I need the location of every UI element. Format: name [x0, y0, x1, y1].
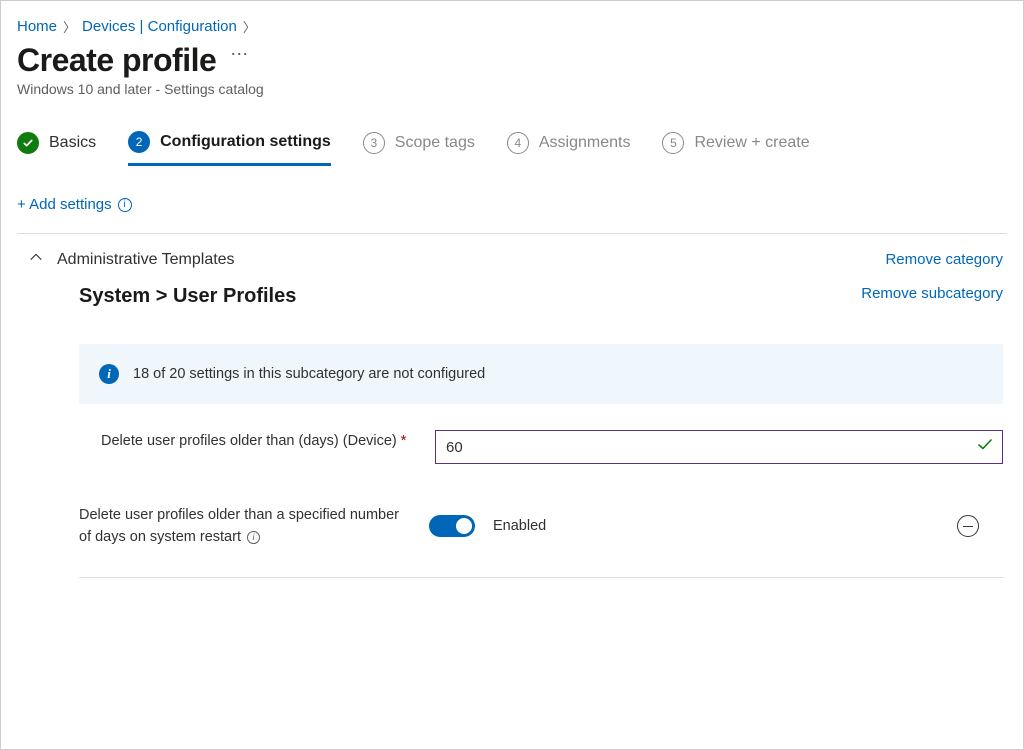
checkmark-icon: [17, 132, 39, 154]
breadcrumb: Home 〉 Devices | Configuration 〉: [17, 17, 1007, 36]
step-review[interactable]: 5 Review + create: [662, 132, 809, 164]
chevron-up-icon: [29, 250, 43, 269]
toggle-status-label: Enabled: [493, 518, 546, 534]
remove-category-button[interactable]: Remove category: [885, 251, 1003, 268]
step-label: Assignments: [539, 134, 631, 152]
page-subtitle: Windows 10 and later - Settings catalog: [17, 81, 1007, 97]
category-toggle[interactable]: Administrative Templates: [29, 250, 235, 269]
remove-setting-button[interactable]: [957, 515, 979, 537]
step-configuration[interactable]: 2 Configuration settings: [128, 131, 331, 166]
chevron-right-icon: 〉: [243, 17, 256, 36]
days-input[interactable]: [435, 430, 1003, 464]
remove-subcategory-button[interactable]: Remove subcategory: [861, 285, 1003, 302]
required-indicator: *: [401, 433, 407, 449]
step-number-icon: 4: [507, 132, 529, 154]
step-number-icon: 2: [128, 131, 150, 153]
setting-restart-label: Delete user profiles older than a specif…: [79, 504, 411, 549]
wizard-stepper: Basics 2 Configuration settings 3 Scope …: [17, 131, 1007, 166]
divider: [79, 577, 1003, 578]
step-label: Configuration settings: [160, 133, 331, 151]
minus-icon: [963, 526, 973, 528]
step-basics[interactable]: Basics: [17, 132, 96, 164]
step-number-icon: 3: [363, 132, 385, 154]
step-label: Scope tags: [395, 134, 475, 152]
step-number-icon: 5: [662, 132, 684, 154]
step-assignments[interactable]: 4 Assignments: [507, 132, 631, 164]
page-title: Create profile: [17, 42, 216, 79]
info-icon: i: [118, 198, 132, 212]
breadcrumb-devices[interactable]: Devices | Configuration: [82, 18, 237, 35]
chevron-right-icon: 〉: [63, 17, 76, 36]
info-icon: i: [99, 364, 119, 384]
valid-checkmark-icon: [977, 437, 993, 458]
setting-days-label: Delete user profiles older than (days) (…: [101, 430, 411, 452]
subcategory-name: System > User Profiles: [79, 285, 296, 308]
more-actions-button[interactable]: ⋯: [230, 44, 249, 65]
step-label: Basics: [49, 134, 96, 152]
add-settings-label: + Add settings: [17, 196, 112, 213]
step-label: Review + create: [694, 134, 809, 152]
category-name: Administrative Templates: [57, 251, 235, 269]
step-scope-tags[interactable]: 3 Scope tags: [363, 132, 475, 164]
info-banner: i 18 of 20 settings in this subcategory …: [79, 344, 1003, 404]
enabled-toggle[interactable]: [429, 515, 475, 537]
add-settings-button[interactable]: + Add settings i: [17, 196, 1007, 213]
info-icon[interactable]: i: [247, 531, 260, 544]
toggle-knob: [456, 518, 472, 534]
breadcrumb-home[interactable]: Home: [17, 18, 57, 35]
banner-text: 18 of 20 settings in this subcategory ar…: [133, 366, 485, 382]
